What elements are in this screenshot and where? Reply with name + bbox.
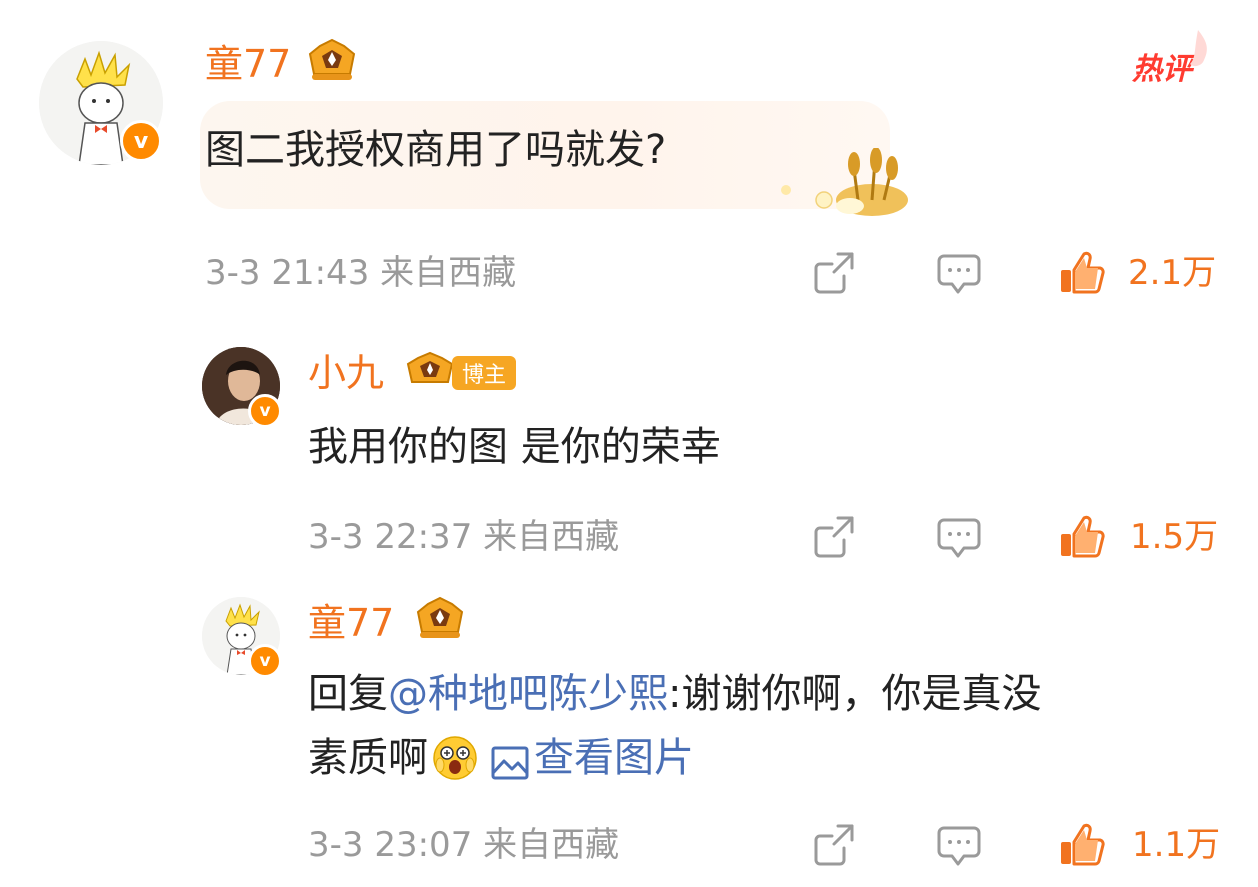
share-icon[interactable] bbox=[812, 514, 858, 564]
comment-meta: 3-3 21:43 来自西藏 bbox=[205, 253, 517, 293]
like-count: 1.1万 bbox=[1132, 825, 1221, 865]
reply-text-line2-row: 素质啊 查看图片 bbox=[308, 726, 694, 790]
share-icon[interactable] bbox=[812, 250, 858, 300]
reply-text-line1: :谢谢你啊，你是真没 bbox=[668, 671, 1042, 717]
reply-text-line2: 素质啊 bbox=[308, 735, 428, 781]
reply-username[interactable]: 小九 bbox=[308, 354, 384, 392]
hot-flame-icon bbox=[1180, 28, 1214, 76]
reply-meta: 3-3 23:07 来自西藏 bbox=[308, 825, 620, 865]
verified-badge: v bbox=[248, 644, 282, 678]
comment-text: 图二我授权商用了吗就发? bbox=[205, 127, 667, 173]
verified-badge: v bbox=[248, 394, 282, 428]
crown-icon bbox=[402, 350, 458, 396]
comment-username[interactable]: 童77 bbox=[205, 45, 291, 83]
wheat-decoration-icon bbox=[772, 147, 912, 224]
reply-prefix: 回复 bbox=[308, 671, 388, 717]
like-icon[interactable] bbox=[1058, 822, 1106, 872]
comment-icon[interactable] bbox=[936, 824, 982, 872]
crown-icon bbox=[302, 36, 362, 90]
like-icon[interactable] bbox=[1058, 514, 1106, 564]
blogger-badge: 博主 bbox=[452, 356, 517, 390]
reply-text: 我用你的图 是你的荣幸 bbox=[308, 424, 721, 470]
verified-badge: v bbox=[120, 120, 162, 162]
share-icon[interactable] bbox=[812, 822, 858, 872]
view-image-link[interactable]: 查看图片 bbox=[534, 726, 694, 790]
shocked-emoji-icon bbox=[432, 735, 478, 781]
like-count: 2.1万 bbox=[1128, 253, 1217, 293]
reply-text: 回复@种地吧陈少熙:谢谢你啊，你是真没 bbox=[308, 662, 1041, 726]
comment-icon[interactable] bbox=[936, 516, 982, 564]
crown-icon bbox=[410, 594, 470, 648]
image-icon[interactable] bbox=[490, 738, 530, 780]
comment-icon[interactable] bbox=[936, 252, 982, 300]
like-icon[interactable] bbox=[1058, 250, 1106, 300]
like-count: 1.5万 bbox=[1130, 517, 1219, 557]
reply-meta: 3-3 22:37 来自西藏 bbox=[308, 517, 620, 557]
mention-link[interactable]: @种地吧陈少熙 bbox=[388, 671, 668, 717]
reply-username[interactable]: 童77 bbox=[308, 604, 394, 642]
